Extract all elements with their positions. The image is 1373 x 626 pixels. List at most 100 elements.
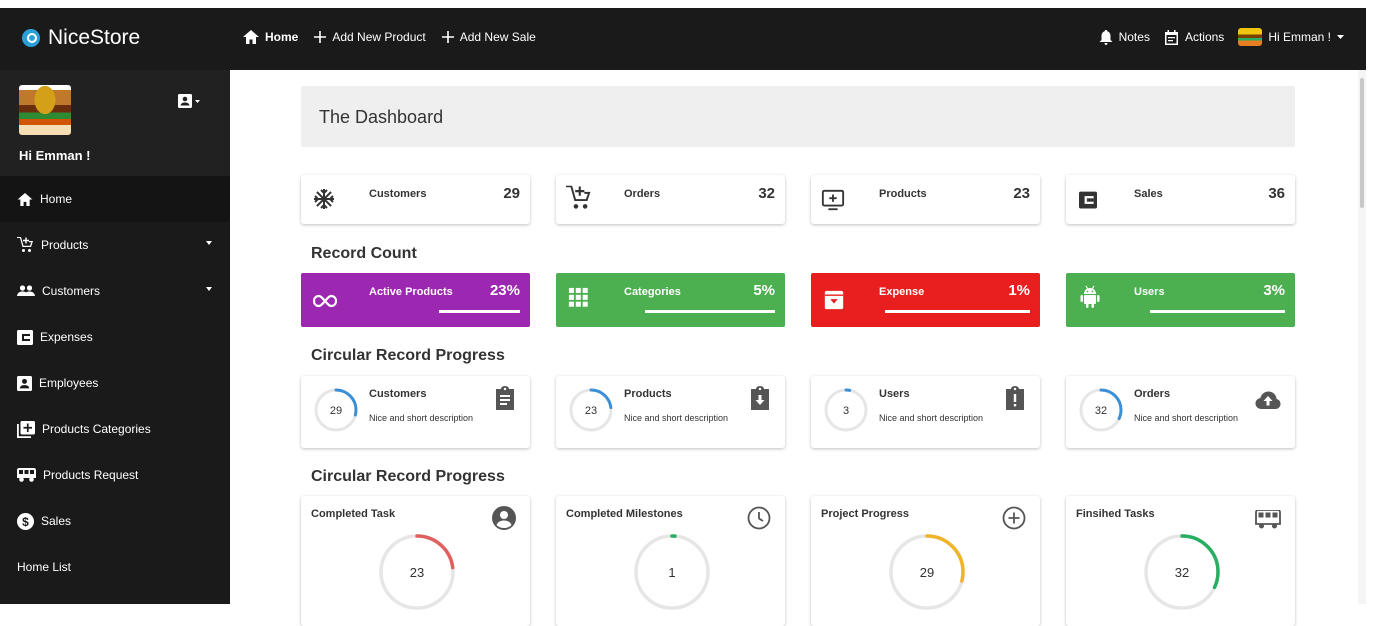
account-box-icon xyxy=(17,375,32,391)
record-card-users[interactable]: Users 3% xyxy=(1066,273,1295,327)
page-title: The Dashboard xyxy=(319,107,444,127)
clipboard-icon xyxy=(496,386,514,410)
profile-menu-button[interactable] xyxy=(178,94,200,108)
chevron-down-icon xyxy=(1337,35,1344,39)
record-card-expense[interactable]: Expense 1% xyxy=(811,273,1040,327)
wallet-icon xyxy=(17,329,33,345)
notes-label: Notes xyxy=(1118,30,1150,44)
top-nav-add-sale[interactable]: Add New Sale xyxy=(441,30,536,44)
chevron-down-icon xyxy=(206,241,212,245)
big-circular-card-completed-task[interactable]: Completed Task 23 xyxy=(301,496,530,626)
scrollbar[interactable] xyxy=(1358,70,1366,604)
sidebar: Hi Emman ! Home Products Customers Expen… xyxy=(0,70,230,604)
stat-card-products[interactable]: Products 23 xyxy=(811,175,1040,224)
notes-button[interactable]: Notes xyxy=(1099,29,1150,45)
sidebar-item-products-categories[interactable]: Products Categories xyxy=(0,406,230,452)
snowflake-icon xyxy=(314,189,334,209)
circular-card-orders[interactable]: 32 Orders Nice and short description xyxy=(1066,376,1295,448)
sidebar-item-label: Expenses xyxy=(40,330,93,344)
monitor-plus-icon xyxy=(821,189,845,211)
actions-button[interactable]: Actions xyxy=(1164,29,1225,45)
infinity-icon xyxy=(313,294,337,308)
circular-card-users[interactable]: 3 Users Nice and short description xyxy=(811,376,1040,448)
circular-card-products[interactable]: 23 Products Nice and short description xyxy=(556,376,785,448)
top-bar: NiceStore Home Add New Product Add New S… xyxy=(0,8,1366,70)
main-content: The Dashboard Customers 29 Orders 32 Pro… xyxy=(230,70,1366,626)
plus-box-multiple-icon xyxy=(17,420,35,438)
home-icon xyxy=(243,30,259,44)
sidebar-item-home[interactable]: Home xyxy=(0,176,230,222)
wallet-icon xyxy=(1079,191,1097,209)
record-value: 1% xyxy=(1008,282,1030,299)
record-progress-bar xyxy=(439,310,520,313)
scrollbar-thumb[interactable] xyxy=(1360,78,1364,208)
brand[interactable]: NiceStore xyxy=(22,26,140,50)
chevron-down-icon xyxy=(206,287,212,291)
big-circular-card-project-progress[interactable]: Project Progress 29 xyxy=(811,496,1040,626)
account-group-icon xyxy=(17,285,35,296)
record-value: 5% xyxy=(753,282,775,299)
stat-value: 36 xyxy=(1268,185,1285,202)
circular-card-customers[interactable]: 29 Customers Nice and short description xyxy=(301,376,530,448)
sidebar-item-expenses[interactable]: Expenses xyxy=(0,314,230,360)
sidebar-item-label: Customers xyxy=(42,284,101,298)
record-card-active-products[interactable]: Active Products 23% xyxy=(301,273,530,327)
calendar-text-icon xyxy=(1164,29,1178,45)
record-progress-bar xyxy=(645,310,775,313)
sidebar-item-products[interactable]: Products xyxy=(0,222,230,268)
sidebar-item-label: Products Request xyxy=(43,468,139,482)
progress-ring: 1 xyxy=(634,534,710,610)
stat-value: 29 xyxy=(503,185,520,202)
stat-label: Products xyxy=(879,188,927,200)
currency-circle-icon: $ xyxy=(17,512,34,530)
sidebar-profile: Hi Emman ! xyxy=(0,70,230,176)
record-progress-bar xyxy=(885,310,1030,313)
grid-icon xyxy=(568,287,588,307)
sidebar-item-employees[interactable]: Employees xyxy=(0,360,230,406)
stat-card-customers[interactable]: Customers 29 xyxy=(301,175,530,224)
top-nav-add-product-label: Add New Product xyxy=(332,30,426,44)
sidebar-item-products-request[interactable]: Products Request xyxy=(0,452,230,498)
avatar xyxy=(19,85,71,135)
actions-label: Actions xyxy=(1184,30,1225,44)
sidebar-item-sales[interactable]: $ Sales xyxy=(0,498,230,544)
top-nav-add-product[interactable]: Add New Product xyxy=(314,30,426,44)
sidebar-item-customers[interactable]: Customers xyxy=(0,268,230,314)
user-menu[interactable]: Hi Emman ! xyxy=(1238,28,1344,46)
big-circular-title: Completed Task xyxy=(311,508,396,520)
circular-description: Nice and short description xyxy=(1134,413,1239,423)
sidebar-greeting: Hi Emman ! xyxy=(19,148,91,163)
progress-value: 3 xyxy=(843,405,849,417)
top-nav-home[interactable]: Home xyxy=(243,30,298,44)
cart-add-icon xyxy=(566,185,591,209)
progress-ring: 32 xyxy=(1079,388,1123,432)
big-circular-card-finished-tasks[interactable]: Finsihed Tasks 32 xyxy=(1066,496,1295,626)
circular-title: Products xyxy=(624,388,672,400)
sidebar-item-home-list[interactable]: Home List xyxy=(0,544,230,590)
record-label: Categories xyxy=(624,286,681,298)
account-box-icon xyxy=(178,94,192,108)
top-nav-add-sale-label: Add New Sale xyxy=(459,30,536,44)
big-circular-card-completed-milestones[interactable]: Completed Milestones 1 xyxy=(556,496,785,626)
stat-card-sales[interactable]: Sales 36 xyxy=(1066,175,1295,224)
android-icon xyxy=(1080,285,1100,308)
dashboard-header: The Dashboard xyxy=(301,86,1295,147)
section-title-circular-progress: Circular Record Progress xyxy=(311,347,505,364)
sidebar-item-label: Employees xyxy=(39,376,99,390)
stat-label: Customers xyxy=(369,188,427,200)
circular-description: Nice and short description xyxy=(624,413,729,423)
section-title-record-count: Record Count xyxy=(311,245,417,262)
cloud-upload-icon xyxy=(1255,391,1281,409)
progress-ring: 23 xyxy=(569,388,613,432)
stat-card-orders[interactable]: Orders 32 xyxy=(556,175,785,224)
record-card-categories[interactable]: Categories 5% xyxy=(556,273,785,327)
sidebar-item-label: Home xyxy=(40,192,73,206)
stat-value: 32 xyxy=(758,185,775,202)
stat-label: Sales xyxy=(1134,188,1163,200)
circular-title: Orders xyxy=(1134,388,1171,400)
chevron-down-icon xyxy=(195,99,200,103)
circular-title: Users xyxy=(879,388,910,400)
circular-description: Nice and short description xyxy=(369,413,474,423)
app-frame: NiceStore Home Add New Product Add New S… xyxy=(0,8,1366,626)
sidebar-menu: Home Products Customers Expenses Employe… xyxy=(0,176,230,590)
